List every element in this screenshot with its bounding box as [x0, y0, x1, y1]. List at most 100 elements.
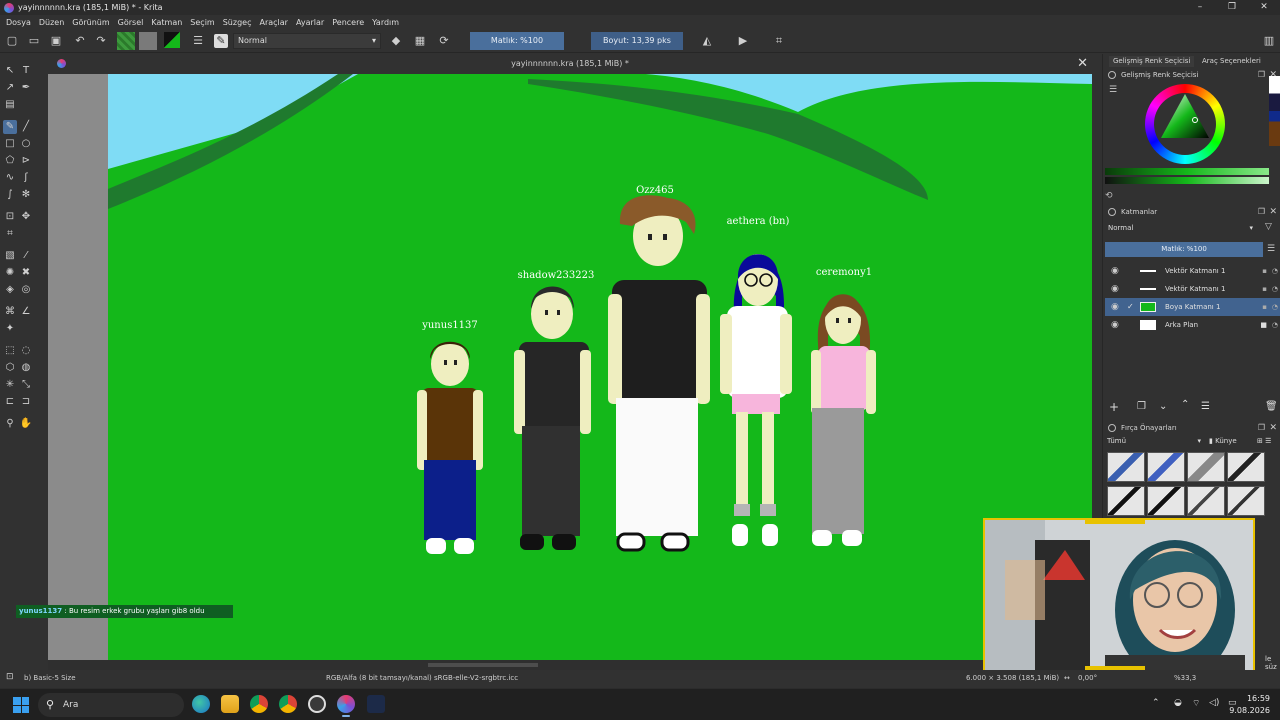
enclose-fill-icon[interactable]: ◎	[19, 283, 33, 297]
multibrush-icon[interactable]: ✻	[19, 188, 33, 202]
bezier-select-icon[interactable]: ⊏	[3, 395, 17, 409]
color-slider-2[interactable]	[1105, 177, 1269, 184]
lock-icon[interactable]: ▪	[1262, 262, 1267, 280]
lock-icon[interactable]: ▪	[1262, 298, 1267, 316]
visibility-eye-icon[interactable]: ◉	[1111, 298, 1119, 316]
eraser-icon[interactable]: ◆	[389, 34, 403, 48]
close-panel-icon[interactable]: ✕	[1269, 422, 1277, 434]
refresh-icon[interactable]: ⟲	[1105, 191, 1113, 201]
freehand-brush-icon[interactable]: ✎	[3, 120, 17, 134]
reload-preset-icon[interactable]: ⟳	[437, 34, 451, 48]
move-layer-up-icon[interactable]: ⌃	[1181, 399, 1189, 410]
layer-row[interactable]: ◉ Vektör Katmanı 1 ▪ ◔	[1105, 280, 1280, 298]
recent-colors-strip[interactable]	[1269, 76, 1280, 146]
brush-preset-3[interactable]	[1187, 452, 1225, 482]
ellipse-tool-icon[interactable]: ○	[19, 137, 33, 151]
tab-advanced-color-selector[interactable]: Gelişmiş Renk Seçicisi	[1109, 56, 1195, 67]
color-settings-icon[interactable]: ☰	[1109, 85, 1117, 95]
menu-katman[interactable]: Katman	[151, 18, 182, 27]
assistant-tool-icon[interactable]: ⌘	[3, 305, 17, 319]
calligraphy-icon[interactable]: ✒	[19, 81, 33, 95]
mirror-horizontal-icon[interactable]: ◭	[700, 34, 714, 48]
drawing-canvas[interactable]: yunus1137 shadow233223 Ozz465 aethera (b…	[108, 72, 1092, 660]
delete-layer-icon[interactable]: 🗑	[1265, 401, 1278, 412]
gradient-swatch[interactable]	[117, 32, 135, 50]
menu-pencere[interactable]: Pencere	[332, 18, 364, 27]
rect-select-icon[interactable]: ⬚	[3, 344, 17, 358]
blend-mode-select[interactable]: Normal ▾	[233, 33, 381, 49]
add-layer-icon[interactable]: +	[1109, 400, 1119, 414]
layer-row[interactable]: ◉ Vektör Katmanı 1 ▪ ◔	[1105, 262, 1280, 280]
save-icon[interactable]: ▣	[49, 34, 63, 48]
new-document-icon[interactable]: ▢	[5, 34, 19, 48]
taskbar-search[interactable]: ⚲ Ara	[38, 693, 184, 717]
pattern-swatch[interactable]	[139, 32, 157, 50]
float-panel-icon[interactable]: ❐	[1258, 69, 1265, 81]
close-document-icon[interactable]: ✕	[1077, 56, 1088, 71]
taskbar-clock[interactable]: 16:59 9.08.2026	[1229, 693, 1270, 717]
magnetic-select-icon[interactable]: ⊐	[19, 395, 33, 409]
brush-preset-1[interactable]	[1107, 452, 1145, 482]
brush-view-icon[interactable]: ⊞ ☰	[1257, 437, 1271, 445]
app-icon[interactable]	[367, 695, 385, 713]
tab-tool-options[interactable]: Araç Seçenekleri	[1198, 56, 1265, 67]
dynamic-brush-icon[interactable]: ∫	[3, 188, 17, 202]
contiguous-select-icon[interactable]: ✳	[3, 378, 17, 392]
menu-gorunum[interactable]: Görünüm	[72, 18, 109, 27]
volume-icon[interactable]: ◁)	[1209, 698, 1219, 708]
brush-preset-icon[interactable]: ✎	[214, 34, 228, 48]
text-tool-icon[interactable]: T	[19, 64, 33, 78]
obs-icon[interactable]	[308, 695, 326, 713]
layer-row-selected[interactable]: ◉ ✓ Boya Katmanı 1 ▪ ◔	[1105, 298, 1280, 316]
alpha-lock-icon[interactable]: ▦	[413, 34, 427, 48]
mirror-vertical-icon[interactable]: ▶	[736, 34, 750, 48]
close-button[interactable]: ✕	[1248, 0, 1280, 15]
wifi-icon[interactable]: ⌔	[1192, 698, 1200, 709]
layer-opacity-slider[interactable]: Matlık: %100	[1105, 242, 1263, 257]
ellipse-select-icon[interactable]: ◌	[19, 344, 33, 358]
close-panel-icon[interactable]: ✕	[1269, 206, 1277, 218]
freehand-select-icon[interactable]: ◍	[19, 361, 33, 375]
workspace-icon[interactable]: ▥	[1262, 34, 1276, 48]
brush-preset-7[interactable]	[1187, 486, 1225, 516]
float-panel-icon[interactable]: ❐	[1258, 206, 1265, 218]
network-icon[interactable]: ◒	[1174, 698, 1182, 708]
gradient-editor-icon[interactable]: ▤	[3, 98, 17, 112]
reference-tool-icon[interactable]: ✦	[3, 322, 17, 336]
move-layer-down-icon[interactable]: ⌄	[1159, 401, 1167, 412]
chrome-icon[interactable]	[250, 695, 268, 713]
brush-status-icon[interactable]: ⊡	[6, 672, 14, 682]
layer-row[interactable]: ◉ Arka Plan ■ ◔	[1105, 316, 1280, 334]
crop-tool-icon[interactable]: ⌗	[3, 227, 17, 241]
pan-tool-icon[interactable]: ✋	[19, 417, 33, 431]
layer-menu-icon[interactable]: ☰	[1267, 244, 1275, 254]
menu-dosya[interactable]: Dosya	[6, 18, 31, 27]
polygon-select-icon[interactable]: ⬡	[3, 361, 17, 375]
brush-tag-button[interactable]: ▮ Künye	[1209, 437, 1237, 445]
visibility-eye-icon[interactable]: ◉	[1111, 262, 1119, 280]
opacity-slider[interactable]: Matlık: %100	[470, 32, 564, 50]
rectangle-tool-icon[interactable]: □	[3, 137, 17, 151]
tray-chevron-icon[interactable]: ⌃	[1152, 698, 1160, 708]
freehand-path-icon[interactable]: ʃ	[19, 171, 33, 185]
brush-preset-2[interactable]	[1147, 452, 1185, 482]
select-shapes-icon[interactable]: ↖	[3, 64, 17, 78]
brush-size-slider[interactable]: Boyut: 13,39 pks	[591, 32, 683, 50]
menu-ayarlar[interactable]: Ayarlar	[296, 18, 324, 27]
float-panel-icon[interactable]: ❐	[1258, 422, 1265, 434]
maximize-button[interactable]: ❐	[1216, 0, 1248, 15]
bezier-tool-icon[interactable]: ∿	[3, 171, 17, 185]
layer-blend-select[interactable]: Normal ▾	[1105, 221, 1255, 235]
menu-yardim[interactable]: Yardım	[372, 18, 399, 27]
colorize-mask-icon[interactable]: ✺	[3, 266, 17, 280]
edge-browser-icon[interactable]	[192, 695, 210, 713]
menu-gorsel[interactable]: Görsel	[118, 18, 144, 27]
measure-tool-icon[interactable]: ∠	[19, 305, 33, 319]
alpha-icon[interactable]: ◔	[1272, 262, 1278, 280]
color-slider-1[interactable]	[1105, 168, 1269, 175]
visibility-eye-icon[interactable]: ◉	[1111, 316, 1119, 334]
polygon-tool-icon[interactable]: ⬠	[3, 154, 17, 168]
color-picker-icon[interactable]: ⁄	[19, 249, 33, 263]
transform-tool-icon[interactable]: ⊡	[3, 210, 17, 224]
fill-tool-icon[interactable]: ◈	[3, 283, 17, 297]
